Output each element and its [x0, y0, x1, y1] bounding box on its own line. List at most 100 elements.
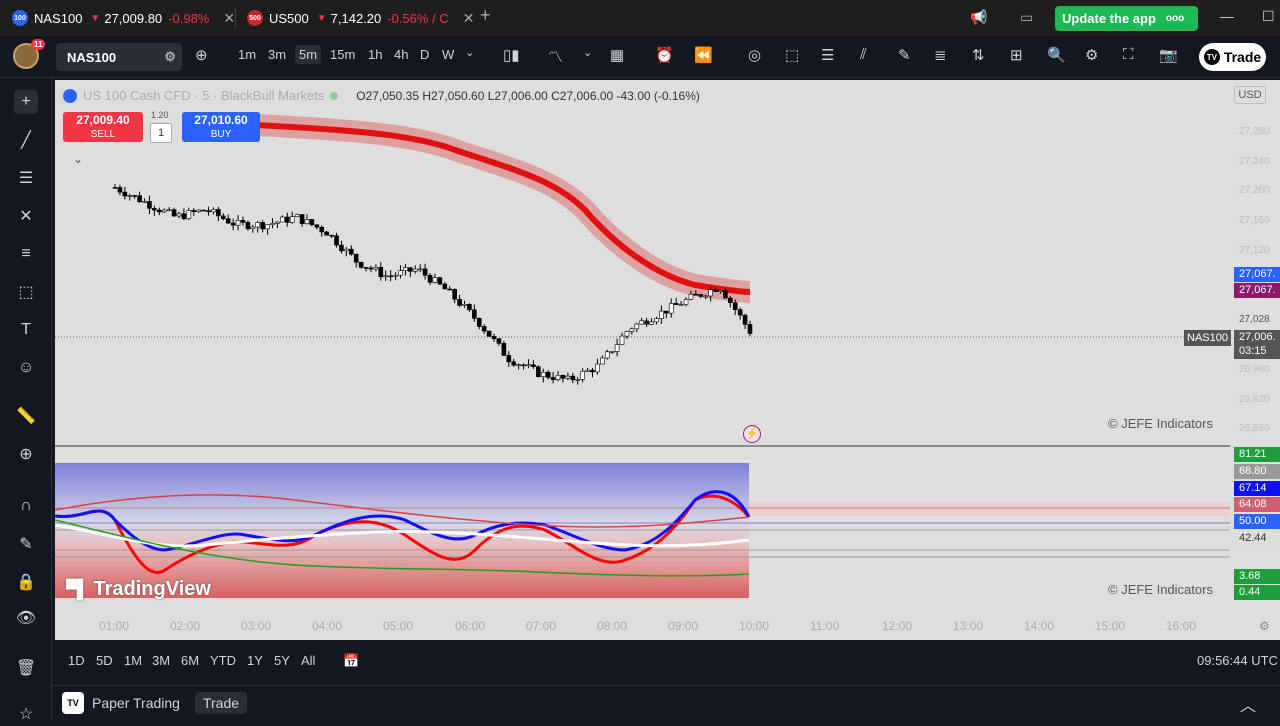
candle-body	[260, 222, 265, 230]
shape-icon[interactable]: ⬚	[14, 280, 38, 304]
maximize-icon[interactable]: ☐	[1262, 8, 1275, 25]
clock[interactable]: 09:56:44 UTC	[1197, 653, 1278, 668]
measure-icon[interactable]: ⇅	[972, 46, 985, 64]
sell-button[interactable]: 27,009.40 SELL	[63, 112, 143, 142]
timeframe-1h[interactable]: 1h	[368, 47, 382, 62]
symbol-search[interactable]: NAS100 ⚙	[56, 43, 182, 71]
range-3m[interactable]: 3M	[152, 653, 170, 668]
zoom-icon[interactable]: 🔍	[1047, 46, 1066, 64]
buy-button[interactable]: 27,010.60 BUY	[182, 112, 260, 142]
time-tick: 03:00	[241, 619, 272, 633]
crosshair-icon[interactable]: +	[14, 90, 38, 114]
calendar-icon[interactable]: 📅	[343, 653, 359, 669]
timeframe-w[interactable]: W	[442, 47, 454, 62]
osc-label: 42.44	[1234, 531, 1280, 546]
eye-icon[interactable]: 👁	[14, 606, 38, 630]
tab-change: -0.98%	[168, 10, 210, 26]
currency-selector[interactable]: USD	[1234, 86, 1266, 104]
candle-body	[117, 187, 123, 193]
chevron-down-icon[interactable]: ⌄	[583, 46, 592, 59]
pencil-lock-icon[interactable]: ✎	[14, 532, 38, 556]
price-tick: 27,028	[1239, 314, 1270, 325]
legend-symbol-name[interactable]: US 100 Cash CFD · 5 · BlackBull Markets	[83, 88, 324, 103]
fib-icon[interactable]: ≣	[934, 46, 947, 64]
range-1m[interactable]: 1M	[124, 653, 142, 668]
tradingview-icon: ▀▌	[66, 579, 89, 599]
timeframe-d[interactable]: D	[420, 47, 429, 62]
legend-ohlc: O27,050.35 H27,050.60 L27,006.00 C27,006…	[356, 88, 700, 103]
timeframe-15m[interactable]: 15m	[330, 47, 355, 62]
trend-line-icon[interactable]: ╱	[14, 128, 38, 152]
trash-icon[interactable]: 🗑	[14, 656, 38, 680]
brush-icon[interactable]: ✎	[898, 46, 911, 64]
candle-body	[452, 289, 457, 300]
channel-icon[interactable]: ⫽	[860, 46, 867, 63]
alert-icon[interactable]: ⏰	[655, 46, 674, 64]
range-1d[interactable]: 1D	[68, 653, 85, 668]
text-icon[interactable]: T	[14, 318, 38, 342]
range-5y[interactable]: 5Y	[274, 653, 290, 668]
zoom-in-icon[interactable]: ⊕	[14, 442, 38, 466]
time-tick: 14:00	[1024, 619, 1055, 633]
compare-add-icon[interactable]: ⊕	[195, 46, 208, 64]
new-tab-icon[interactable]: +	[480, 5, 491, 26]
fullscreen-icon[interactable]: ⛶	[1123, 46, 1134, 63]
candle-body	[521, 364, 526, 367]
horizontal-lines-icon[interactable]: ☰	[14, 166, 38, 190]
settings-icon[interactable]: ⚙	[164, 49, 176, 65]
ruler-icon[interactable]: 📏	[14, 404, 38, 428]
frame-icon[interactable]: ⊞	[1010, 46, 1023, 64]
lines-icon[interactable]: ☰	[821, 46, 834, 64]
monitor-icon[interactable]: ▭	[1020, 9, 1033, 26]
timeframe-5m[interactable]: 5m	[295, 45, 322, 64]
minimize-icon[interactable]: —	[1220, 8, 1234, 24]
magnet-icon[interactable]: ∩	[14, 494, 38, 518]
candle-body	[560, 374, 566, 379]
axis-settings-icon[interactable]: ⚙	[1259, 619, 1270, 633]
chevron-up-icon[interactable]: ︿	[1240, 692, 1256, 716]
pattern-icon[interactable]: ✕	[14, 204, 38, 228]
emoji-icon[interactable]: ☺	[14, 356, 38, 380]
chevron-down-icon[interactable]: ⌄	[73, 152, 83, 166]
chevron-down-icon[interactable]: ⌄	[465, 46, 474, 59]
close-tab-icon[interactable]: ✕	[223, 10, 235, 27]
candles-icon[interactable]: ▯▮	[503, 46, 520, 64]
fib-icon[interactable]: ≡	[14, 242, 38, 266]
timeframe-4h[interactable]: 4h	[394, 47, 408, 62]
target-icon[interactable]: ◎	[748, 46, 761, 64]
range-1y[interactable]: 1Y	[247, 653, 263, 668]
tradingview-icon: TV	[62, 692, 84, 714]
lightning-icon[interactable]: ⚡	[743, 425, 761, 443]
range-all[interactable]: All	[301, 653, 315, 668]
indicators-icon[interactable]: 〽	[548, 46, 563, 67]
us500-symbol-icon: 500	[247, 10, 263, 26]
megaphone-icon[interactable]: 📢	[970, 9, 987, 26]
range-5d[interactable]: 5D	[96, 653, 113, 668]
candle-body	[378, 267, 384, 278]
paper-trading-button[interactable]: TV Paper Trading	[62, 692, 180, 714]
lock-icon[interactable]: 🔒	[14, 570, 38, 594]
timeframe-3m[interactable]: 3m	[268, 47, 286, 62]
trade-button[interactable]: TV Trade	[1199, 43, 1266, 71]
star-icon[interactable]: ☆	[14, 702, 38, 726]
camera-icon[interactable]: 📷	[1159, 46, 1178, 64]
chart-pane[interactable]: ⚡ ⌄	[55, 80, 1280, 640]
tab-price: 27,009.80	[104, 10, 163, 26]
range-ytd[interactable]: YTD	[210, 653, 236, 668]
tab-nas100[interactable]: 100 NAS100 ▼ 27,009.80 -0.98% ✕	[12, 4, 235, 32]
quantity-field[interactable]: 1	[150, 123, 172, 143]
settings-icon[interactable]: ⚙	[1085, 46, 1098, 64]
range-6m[interactable]: 6M	[181, 653, 199, 668]
replay-icon[interactable]: ⏪	[694, 46, 713, 64]
footer-trade-tab[interactable]: Trade	[195, 692, 247, 714]
rectangle-icon[interactable]: ⬚	[785, 46, 799, 64]
tab-us500[interactable]: 500 US500 ▼ 7,142.20 -0.56% / C ✕	[247, 4, 474, 32]
candle-body	[255, 222, 261, 228]
close-tab-icon[interactable]: ✕	[463, 10, 475, 27]
layout-grid-icon[interactable]: ▦	[610, 46, 624, 64]
update-app-button[interactable]: Update the app ooo	[1055, 6, 1198, 31]
candle-body	[284, 216, 290, 223]
timeframe-1m[interactable]: 1m	[238, 47, 256, 62]
candle-body	[220, 215, 226, 220]
candle-body	[211, 209, 216, 213]
